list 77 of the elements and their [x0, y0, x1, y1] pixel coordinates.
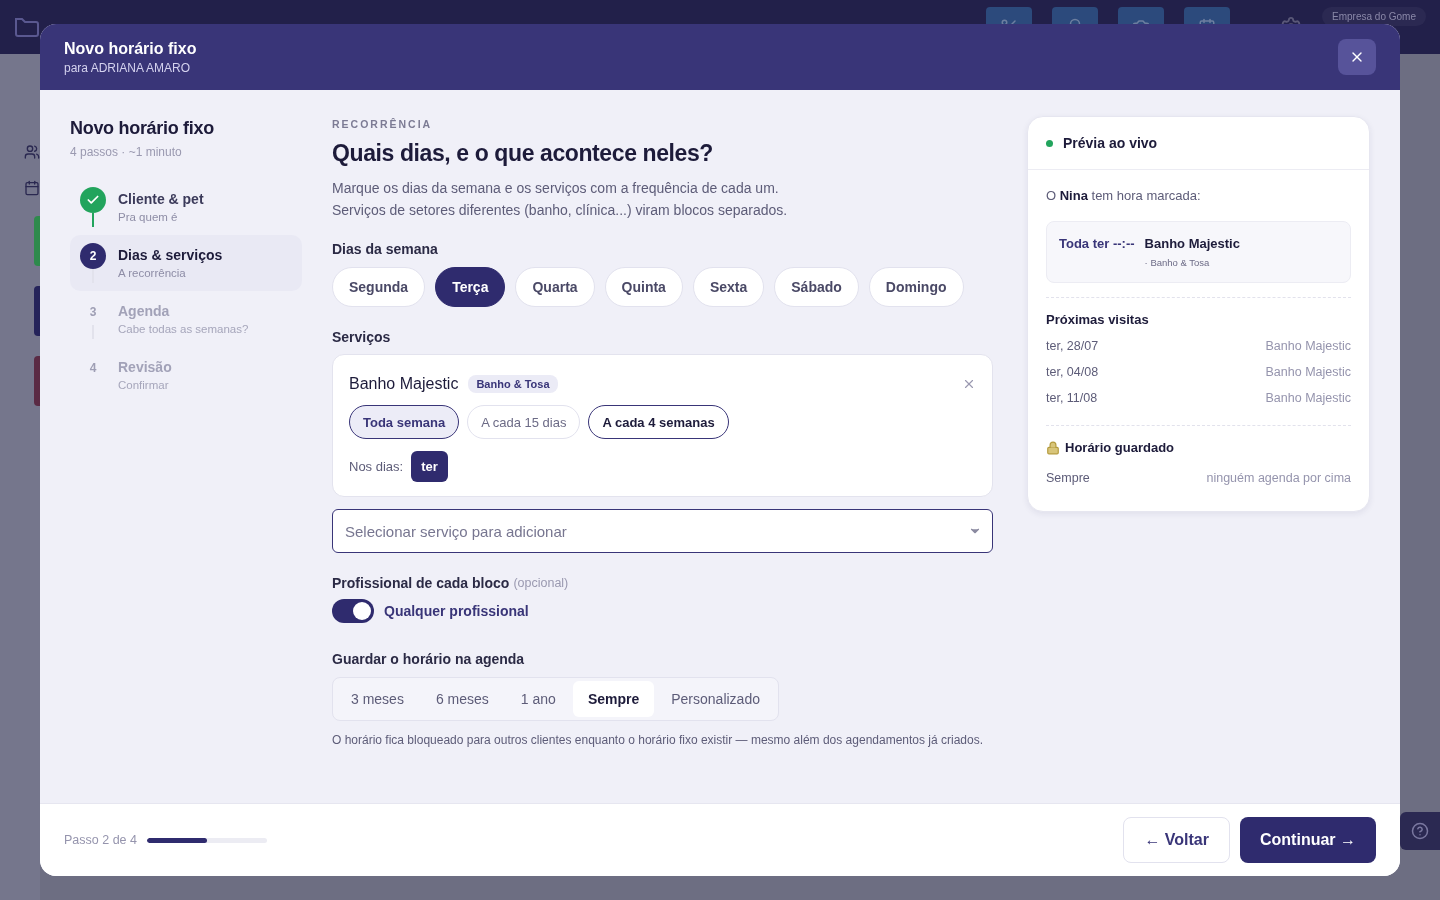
step-subtitle: Cabe todas as semanas? [118, 323, 249, 335]
visits-title: Próximas visitas [1046, 312, 1150, 327]
help-button[interactable] [1400, 812, 1440, 850]
service-select[interactable]: Selecionar serviço para adicionar [332, 509, 993, 553]
step-title: Dias & serviços [118, 247, 223, 263]
day-pill[interactable]: Domingo [868, 267, 964, 307]
day-pill[interactable]: Sexta [692, 267, 765, 307]
step-counter: Passo 2 de 4 [64, 833, 137, 847]
days-caption: Nos dias: [349, 459, 404, 474]
step-title: Cliente & pet [118, 191, 204, 207]
visit-date: ter, 28/07 [1046, 339, 1099, 353]
block-category: · Banho & Tosa [1144, 257, 1211, 268]
continue-button[interactable]: Continuar → [1240, 817, 1376, 863]
frequency-option[interactable]: A cada 4 semanas [588, 405, 729, 439]
preview-title: Prévia ao vivo [1063, 135, 1158, 151]
step-number: 4 [88, 360, 98, 377]
days-label: Dias da semana [332, 241, 439, 257]
step-title: Agenda [118, 303, 171, 319]
toggle-label: Qualquer profissional [384, 603, 529, 619]
storage-option[interactable]: 3 meses [336, 681, 419, 717]
day-chip: ter [411, 451, 448, 482]
steps-title: Novo horário fixo [70, 118, 215, 139]
storage-option[interactable]: Sempre [572, 681, 655, 717]
guard-title: Horário guardado [1065, 440, 1175, 455]
professional-label: Profissional de cada bloco [332, 575, 510, 591]
day-pill[interactable]: Segunda [332, 267, 426, 307]
day-pill[interactable]: Quinta [604, 267, 683, 307]
steps-meta: 4 passos · ~1 minuto [70, 145, 183, 159]
lock-icon [1046, 440, 1060, 455]
back-button[interactable]: ← Voltar [1123, 817, 1230, 863]
help-icon [1411, 822, 1429, 840]
optional-hint: (opcional) [513, 576, 569, 590]
storage-label: Guardar o horário na agenda [332, 651, 526, 667]
step-title: Revisão [118, 359, 172, 375]
block-when: Toda ter --:-- [1059, 236, 1135, 253]
visit-service: Banho Majestic [1265, 339, 1351, 353]
day-pill[interactable]: Sábado [774, 267, 859, 307]
frequency-option[interactable]: A cada 15 dias [467, 405, 581, 439]
frequency-option[interactable]: Toda semana [349, 405, 460, 439]
section-heading: Quais dias, e o que acontece neles? [332, 140, 714, 167]
step-number: 3 [88, 304, 98, 321]
users-icon[interactable] [24, 144, 40, 160]
step-item[interactable]: 2 Dias & serviços A recorrência [70, 235, 302, 291]
company-selector[interactable]: Empresa do Gome [1322, 6, 1426, 26]
description-line: Serviços de setores diferentes (banho, clínica...) viram blocos separados. [332, 201, 789, 220]
professional-toggle[interactable] [332, 599, 374, 623]
step-number: 2 [80, 243, 106, 269]
description-line: Marque os dias da semana e os serviços com a frequência de cada um. [332, 179, 780, 198]
step-subtitle: Pra quem é [118, 211, 179, 223]
guard-value: ninguém agenda por cima [1206, 471, 1351, 485]
storage-option[interactable]: 6 meses [420, 681, 504, 717]
service-tag: Banho & Tosa [468, 375, 558, 393]
guard-label: Sempre [1046, 471, 1090, 485]
step-subtitle: Confirmar [118, 379, 170, 391]
storage-option[interactable]: 1 ano [505, 681, 571, 717]
visit-date: ter, 04/08 [1046, 365, 1099, 379]
storage-option[interactable]: Personalizado [656, 681, 775, 717]
check-icon [80, 187, 106, 213]
preview-intro: O Nina tem hora marcada: [1046, 188, 1202, 203]
visit-date: ter, 11/08 [1046, 391, 1098, 405]
calendar-icon[interactable] [24, 180, 40, 196]
visit-service: Banho Majestic [1265, 391, 1351, 405]
day-pill[interactable]: Quarta [515, 267, 595, 307]
section-eyebrow: RECORRÊNCIA [332, 118, 434, 130]
day-pill[interactable]: Terça [435, 267, 506, 307]
close-button[interactable] [1338, 39, 1376, 75]
visit-service: Banho Majestic [1265, 365, 1351, 379]
step-item[interactable]: Cliente & pet Pra quem é [70, 179, 302, 235]
modal-subtitle: para ADRIANA AMARO [64, 60, 192, 75]
step-subtitle: A recorrência [118, 267, 187, 279]
logo-icon [14, 16, 40, 38]
services-label: Serviços [332, 329, 392, 345]
modal-title: Novo horário fixo [64, 39, 197, 58]
service-name: Banho Majestic [349, 375, 459, 393]
storage-note: O horário fica bloqueado para outros clientes enquanto o horário fixo existir — mesmo além dos agendamentos já criados. [332, 732, 985, 749]
remove-service-button[interactable] [962, 377, 976, 391]
block-service: Banho Majestic [1144, 236, 1240, 251]
